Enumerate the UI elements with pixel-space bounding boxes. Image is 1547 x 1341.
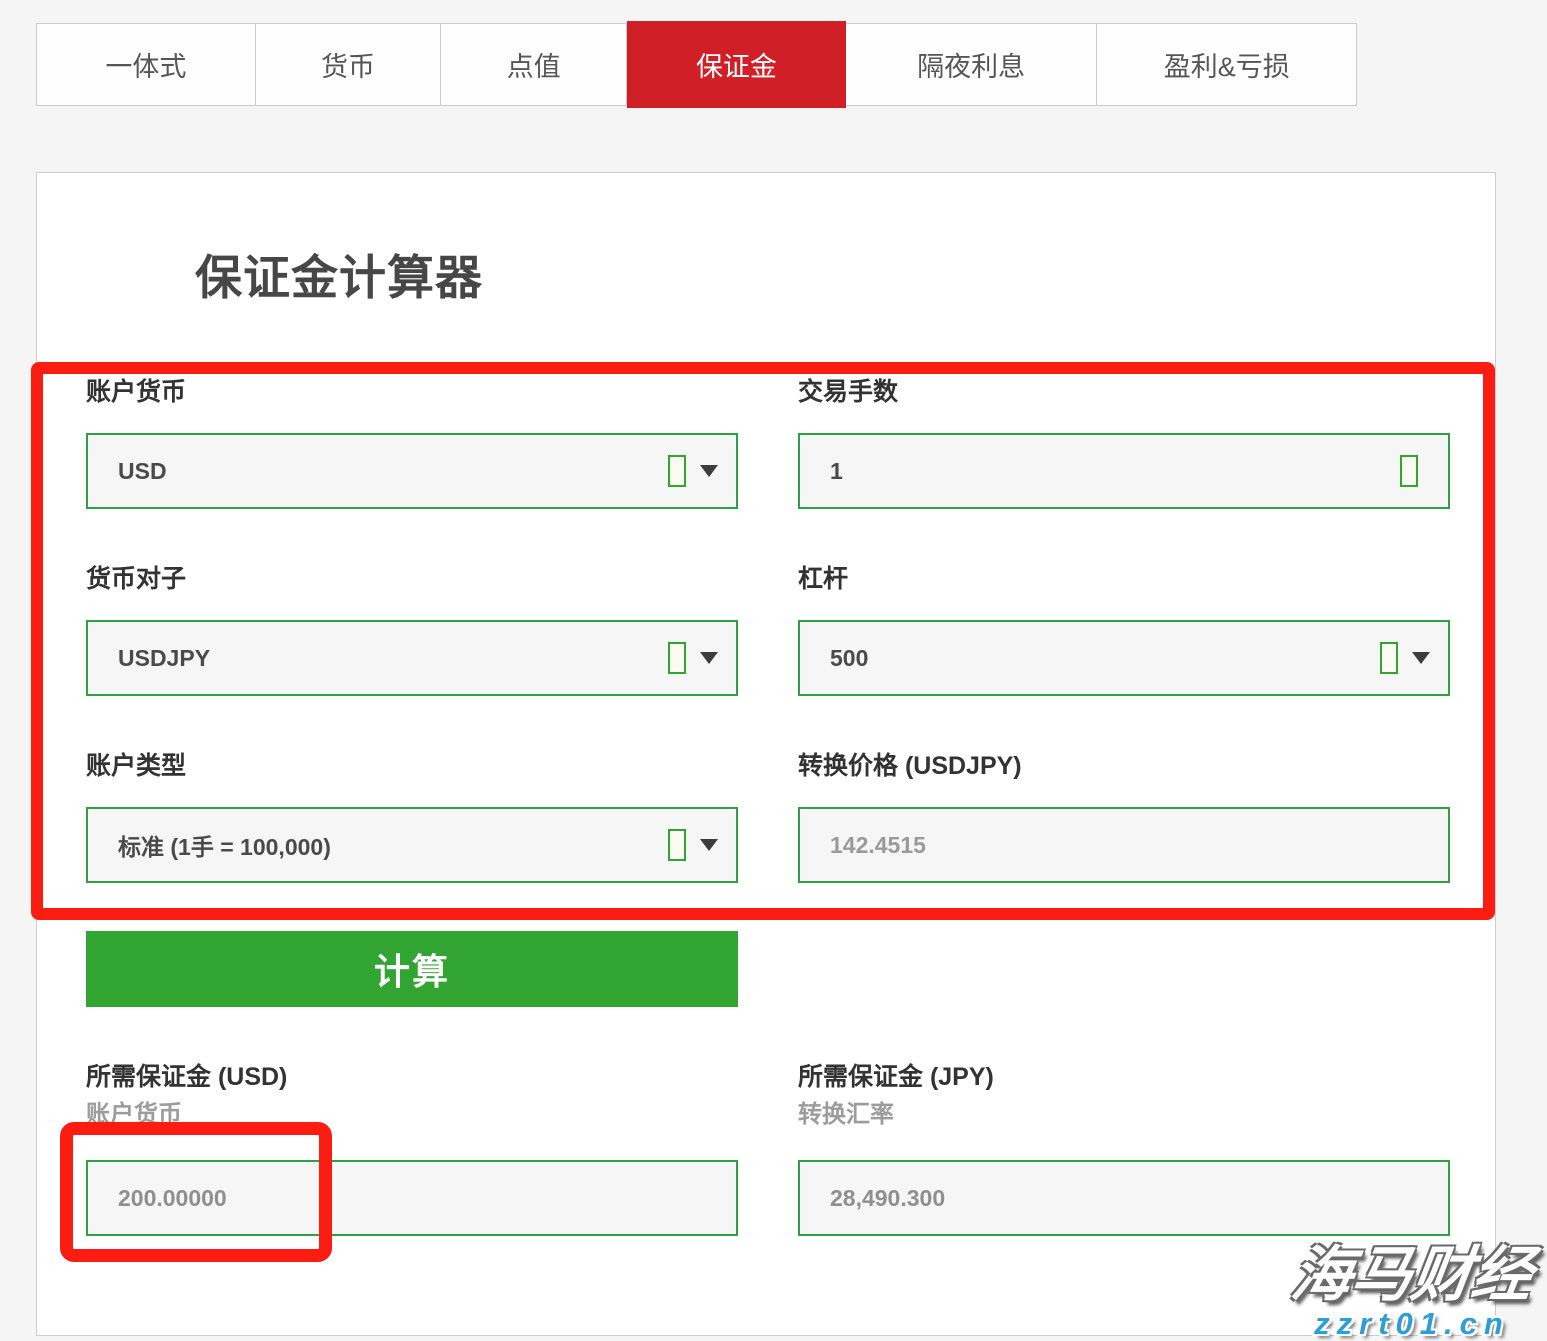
tab-pip-value[interactable]: 点值 (441, 24, 627, 105)
conversion-price-input-wrap (798, 807, 1450, 883)
conversion-price-input[interactable] (830, 832, 1430, 859)
result-usd-value: 200.00000 (118, 1185, 227, 1212)
missing-glyph-icon (668, 455, 686, 487)
margin-calculator-page: 一体式 货币 点值 保证金 隔夜利息 盈利&亏损 保证金计算器 账户货币 USD… (0, 0, 1547, 1341)
trade-lots-input[interactable] (830, 458, 1400, 485)
chevron-down-icon (700, 652, 718, 664)
leverage-label: 杠杆 (798, 564, 1450, 594)
result-margin-usd: 所需保证金 (USD) 账户货币 200.00000 (86, 1061, 738, 1236)
result-margin-jpy: 所需保证金 (JPY) 转换汇率 28,490.300 (798, 1061, 1450, 1236)
field-currency-pair: 货币对子 USDJPY (86, 564, 738, 696)
trade-lots-input-wrap (798, 433, 1450, 509)
chevron-down-icon (1412, 652, 1430, 664)
calculate-button[interactable]: 计算 (86, 931, 738, 1007)
chevron-down-icon (700, 839, 718, 851)
conversion-price-label: 转换价格 (USDJPY) (798, 751, 1450, 781)
selected-value: USD (118, 458, 668, 485)
page-title: 保证金计算器 (195, 239, 483, 308)
currency-pair-label: 货币对子 (86, 564, 738, 594)
selected-value: 500 (830, 645, 1380, 672)
selected-value: USDJPY (118, 645, 668, 672)
field-leverage: 杠杆 500 (798, 564, 1450, 696)
selected-value: 标准 (1手 = 100,000) (118, 828, 668, 862)
result-jpy-value: 28,490.300 (830, 1185, 945, 1212)
missing-glyph-icon (1400, 455, 1418, 487)
result-usd-value-box: 200.00000 (86, 1160, 738, 1236)
missing-glyph-icon (668, 829, 686, 861)
margin-calculator-card: 保证金计算器 账户货币 USD 交易手数 货币对子 USDJPY (36, 172, 1496, 1336)
result-jpy-label: 所需保证金 (JPY) (798, 1061, 1450, 1093)
field-trade-lots: 交易手数 (798, 377, 1450, 509)
tab-profit-loss[interactable]: 盈利&亏损 (1097, 24, 1356, 105)
tab-margin[interactable]: 保证金 (627, 21, 846, 108)
calculator-tab-bar: 一体式 货币 点值 保证金 隔夜利息 盈利&亏损 (36, 23, 1357, 106)
field-account-currency: 账户货币 USD (86, 377, 738, 509)
account-currency-label: 账户货币 (86, 377, 738, 407)
leverage-select[interactable]: 500 (798, 620, 1450, 696)
result-usd-sublabel: 账户货币 (86, 1101, 738, 1129)
field-conversion-price: 转换价格 (USDJPY) (798, 751, 1450, 883)
result-usd-label: 所需保证金 (USD) (86, 1061, 738, 1093)
account-currency-select[interactable]: USD (86, 433, 738, 509)
result-jpy-value-box: 28,490.300 (798, 1160, 1450, 1236)
field-account-type: 账户类型 标准 (1手 = 100,000) (86, 751, 738, 883)
account-type-select[interactable]: 标准 (1手 = 100,000) (86, 807, 738, 883)
missing-glyph-icon (1380, 642, 1398, 674)
missing-glyph-icon (668, 642, 686, 674)
tab-swap[interactable]: 隔夜利息 (846, 24, 1098, 105)
chevron-down-icon (700, 465, 718, 477)
result-jpy-sublabel: 转换汇率 (798, 1101, 1450, 1129)
tab-currency[interactable]: 货币 (256, 24, 442, 105)
tab-all-in-one[interactable]: 一体式 (37, 24, 256, 105)
currency-pair-select[interactable]: USDJPY (86, 620, 738, 696)
account-type-label: 账户类型 (86, 751, 738, 781)
trade-lots-label: 交易手数 (798, 377, 1450, 407)
